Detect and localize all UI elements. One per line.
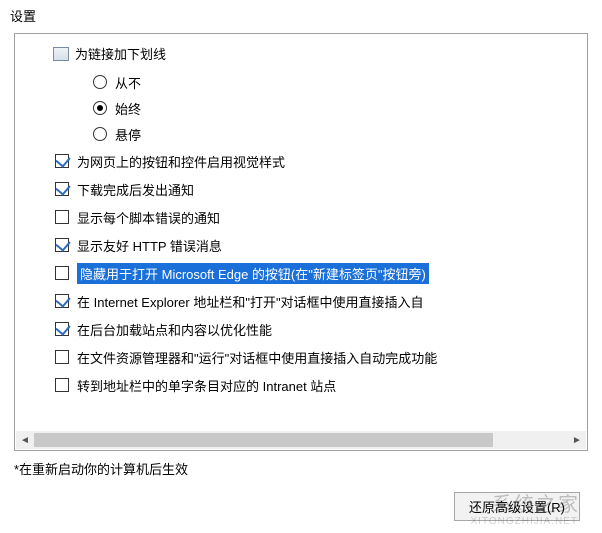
checkbox-indicator [55,322,69,336]
settings-panel: 为链接加下划线 从不 始终 悬停 为网页上的按钮和控件启用视觉样式下载完成后发出… [14,33,588,451]
settings-scroll-area: 为链接加下划线 从不 始终 悬停 为网页上的按钮和控件启用视觉样式下载完成后发出… [15,34,587,430]
checkbox-indicator [55,266,69,280]
checkbox-row[interactable]: 显示友好 HTTP 错误消息 [55,231,581,259]
checkbox-indicator [55,154,69,168]
checkbox-label: 显示友好 HTTP 错误消息 [77,236,222,255]
radio-indicator [93,75,107,89]
restart-note: *在重新启动你的计算机后生效 [14,459,588,478]
radio-indicator [93,101,107,115]
checkbox-label: 在 Internet Explorer 地址栏和"打开"对话框中使用直接插入自 [77,292,424,311]
radio-hover[interactable]: 悬停 [93,121,581,147]
checkbox-label: 在后台加载站点和内容以优化性能 [77,320,272,339]
checkbox-indicator [55,210,69,224]
radio-never[interactable]: 从不 [93,69,581,95]
scroll-track[interactable] [34,431,568,449]
checkbox-label: 转到地址栏中的单字条目对应的 Intranet 站点 [77,376,336,395]
checkbox-row[interactable]: 隐藏用于打开 Microsoft Edge 的按钮(在"新建标签页"按钮旁) [55,259,581,287]
radio-label: 从不 [115,73,141,92]
restore-advanced-button[interactable]: 还原高级设置(R) [454,492,580,521]
checkbox-label: 隐藏用于打开 Microsoft Edge 的按钮(在"新建标签页"按钮旁) [77,263,429,284]
checkbox-row[interactable]: 为网页上的按钮和控件启用视觉样式 [55,147,581,175]
group-label: 为链接加下划线 [75,44,166,63]
radio-always[interactable]: 始终 [93,95,581,121]
group-underline-links: 为链接加下划线 [53,44,581,63]
checkbox-row[interactable]: 在文件资源管理器和"运行"对话框中使用直接插入自动完成功能 [55,343,581,371]
checkbox-indicator [55,294,69,308]
scroll-thumb[interactable] [34,433,493,447]
checkbox-row[interactable]: 在后台加载站点和内容以优化性能 [55,315,581,343]
checkbox-indicator [55,350,69,364]
horizontal-scrollbar[interactable]: ◄ ► [16,431,586,449]
checkbox-label: 在文件资源管理器和"运行"对话框中使用直接插入自动完成功能 [77,348,437,367]
group-icon [53,47,69,61]
scroll-left-button[interactable]: ◄ [16,431,34,449]
checkbox-label: 为网页上的按钮和控件启用视觉样式 [77,152,285,171]
checkbox-indicator [55,378,69,392]
radio-indicator [93,127,107,141]
checkbox-row[interactable]: 在 Internet Explorer 地址栏和"打开"对话框中使用直接插入自 [55,287,581,315]
checkbox-row[interactable]: 转到地址栏中的单字条目对应的 Intranet 站点 [55,371,581,399]
checkbox-label: 下载完成后发出通知 [77,180,194,199]
checkbox-indicator [55,238,69,252]
radio-label: 悬停 [115,125,141,144]
checkbox-row[interactable]: 显示每个脚本错误的通知 [55,203,581,231]
checkbox-indicator [55,182,69,196]
scroll-right-button[interactable]: ► [568,431,586,449]
checkbox-label: 显示每个脚本错误的通知 [77,208,220,227]
radio-label: 始终 [115,99,141,118]
checkbox-row[interactable]: 下载完成后发出通知 [55,175,581,203]
section-title: 设置 [0,0,602,29]
